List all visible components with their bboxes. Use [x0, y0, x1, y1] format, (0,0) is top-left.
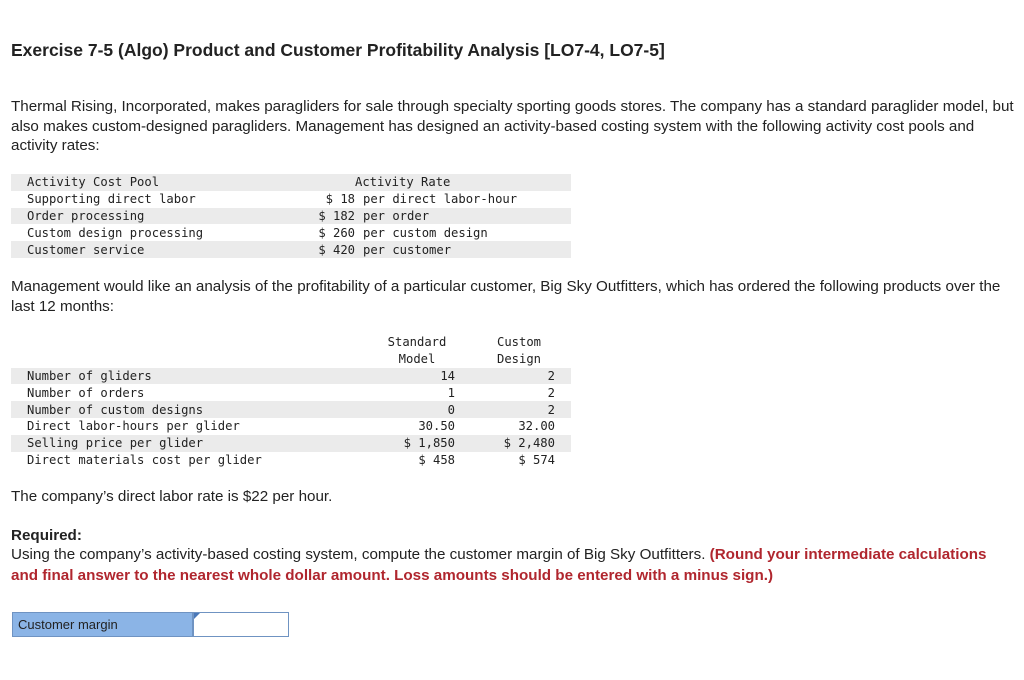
standard-value: 0 [367, 401, 467, 418]
middle-paragraph: Management would like an analysis of the… [11, 278, 1001, 315]
activity-pool: Custom design processing [27, 225, 204, 240]
standard-model-header-2: Model [398, 352, 436, 367]
custom-value: 32.00 [518, 419, 555, 434]
activity-rate-header: Activity Rate [297, 174, 571, 191]
custom-value: $ 574 [518, 452, 555, 467]
product-row: Direct materials cost per glider $ 458 $… [11, 452, 571, 469]
activity-row: Order processing $ 182 per order [11, 207, 571, 225]
standard-value: 30.50 [418, 419, 455, 434]
product-row: Number of custom designs 0 2 [11, 401, 571, 418]
required-text: Using the company’s activity-based costi… [11, 546, 706, 563]
activity-row: Custom design processing $ 260 per custo… [11, 224, 571, 241]
custom-design-header-2: Design [496, 352, 542, 367]
exercise-title: Exercise 7-5 (Algo) Product and Customer… [11, 40, 665, 60]
activity-header-row: Activity Cost Pool Activity Rate [11, 174, 571, 191]
activity-pool-header: Activity Cost Pool [27, 174, 297, 191]
activity-rate: $ 420 [297, 241, 355, 258]
activity-rate-table: Activity Cost Pool Activity Rate Support… [11, 174, 571, 258]
standard-value: $ 1,850 [367, 434, 467, 452]
required-instructions: Using the company’s activity-based costi… [11, 545, 1001, 586]
labor-rate-text: The company’s direct labor rate is $22 p… [11, 488, 333, 505]
product-row: Selling price per glider $ 1,850 $ 2,480 [11, 434, 571, 452]
activity-rate-unit: per order [363, 207, 571, 225]
product-row: Number of gliders 14 2 [11, 367, 571, 385]
activity-rate-unit: per customer [363, 241, 571, 258]
custom-value: 2 [467, 401, 571, 418]
product-header-row-1: Standard Custom [11, 334, 571, 351]
product-row: Number of orders 1 2 [11, 384, 571, 401]
activity-rate: $ 260 [318, 225, 355, 240]
standard-value: 1 [447, 385, 455, 400]
intro-paragraph: Thermal Rising, Incorporated, makes para… [11, 98, 1014, 154]
standard-value: $ 458 [418, 452, 455, 467]
product-row-label: Number of custom designs [27, 401, 367, 418]
custom-value: 2 [467, 367, 571, 385]
activity-rate-unit: per direct labor-hour [363, 192, 518, 207]
standard-model-header-1: Standard [387, 335, 447, 350]
activity-pool: Supporting direct labor [27, 192, 196, 207]
activity-row: Customer service $ 420 per customer [11, 241, 571, 258]
product-row-label: Selling price per glider [27, 434, 367, 452]
product-row: Direct labor-hours per glider 30.50 32.0… [11, 418, 571, 435]
custom-value: $ 2,480 [467, 434, 571, 452]
activity-rate: $ 182 [297, 207, 355, 225]
product-header-row-2: Model Design [11, 351, 571, 368]
activity-rate: $ 18 [325, 192, 355, 207]
activity-pool: Customer service [27, 241, 297, 258]
required-heading: Required: [11, 527, 82, 544]
custom-value: 2 [547, 385, 555, 400]
product-row-label: Number of orders [27, 385, 145, 400]
product-data-table: Standard Custom Model Design Number of g… [11, 334, 571, 468]
custom-design-header-1: Custom [496, 335, 542, 350]
customer-margin-label: Customer margin [12, 612, 193, 637]
standard-value: 14 [367, 367, 467, 385]
activity-pool: Order processing [27, 207, 297, 225]
product-row-label: Direct materials cost per glider [27, 452, 262, 467]
activity-rate-unit: per custom design [363, 225, 488, 240]
product-row-label: Number of gliders [27, 367, 367, 385]
customer-margin-input[interactable] [193, 612, 289, 637]
product-row-label: Direct labor-hours per glider [27, 419, 240, 434]
activity-row: Supporting direct labor $ 18 per direct … [11, 191, 571, 208]
